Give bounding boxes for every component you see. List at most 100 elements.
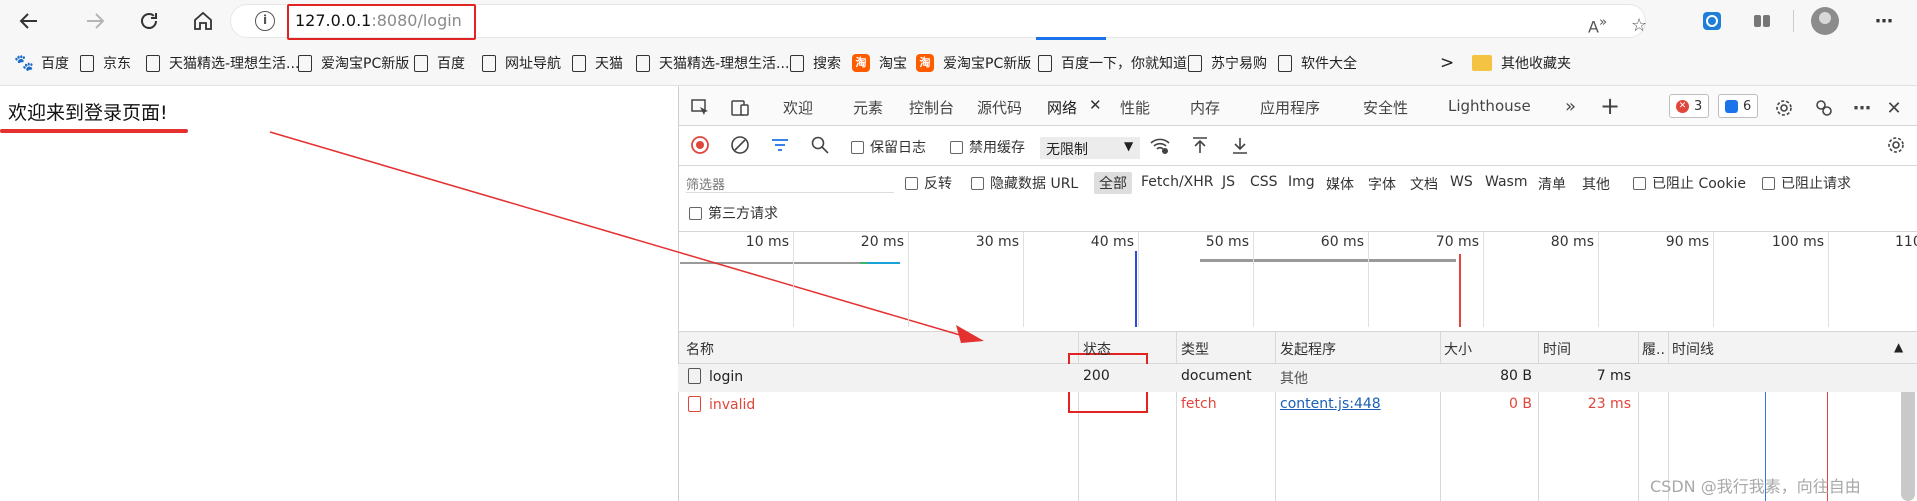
page-icon [1038, 54, 1052, 72]
timeline-tick-label: 100 ms [1771, 234, 1824, 250]
devtools-tab[interactable]: 内存 [1190, 97, 1220, 118]
bookmark-item[interactable]: 百度一下，你就知道 [1038, 53, 1187, 73]
timeline-gridline [1023, 232, 1024, 327]
page-icon [572, 54, 586, 72]
bookmark-label: 爱淘宝PC新版 [321, 56, 410, 72]
page-icon [414, 54, 428, 72]
bookmarks-more-button[interactable]: > [1440, 53, 1454, 73]
resource-type-filter[interactable]: CSS [1250, 174, 1278, 190]
request-type: fetch [1181, 396, 1217, 412]
bookmark-label: 京东 [103, 56, 131, 72]
column-header-name[interactable]: 名称 [686, 339, 714, 359]
csdn-watermark: CSDN @我行我素，向往自由 [1650, 477, 1861, 496]
other-bookmarks-label: 其他收藏夹 [1501, 56, 1571, 72]
timeline-gridline [1483, 232, 1484, 327]
bookmark-item[interactable]: 淘爱淘宝PC新版 [916, 53, 1031, 73]
devtools-tab[interactable]: 应用程序 [1260, 97, 1320, 118]
timeline-gridline [793, 232, 794, 327]
folder-icon [1472, 55, 1492, 71]
bookmark-label: 网址导航 [505, 56, 561, 72]
page-icon [1278, 54, 1292, 72]
column-header-type[interactable]: 类型 [1181, 339, 1209, 359]
devtools-tab[interactable]: 性能 [1120, 97, 1150, 118]
taobao-icon: 淘 [916, 54, 934, 72]
bookmark-label: 天猫精选-理想生活... [659, 56, 790, 72]
page-icon [146, 54, 160, 72]
timeline-tick-label: 10 ms [745, 234, 789, 250]
devtools-tab[interactable]: 欢迎 [783, 97, 813, 118]
other-bookmarks-folder[interactable]: 其他收藏夹 [1472, 53, 1571, 73]
request-time: 7 ms [1596, 368, 1631, 384]
column-header-size[interactable]: 大小 [1444, 339, 1472, 359]
resource-type-filter[interactable]: 清单 [1538, 174, 1566, 194]
resource-type-filter[interactable]: 字体 [1368, 174, 1396, 194]
timeline-gridline [1138, 232, 1139, 327]
devtools-tab[interactable]: Lighthouse [1448, 97, 1531, 115]
request-type: document [1181, 368, 1252, 384]
initiator[interactable]: content.js:448 [1280, 396, 1381, 412]
timeline-tick-label: 30 ms [975, 234, 1019, 250]
file-icon [688, 368, 701, 384]
timeline-tick-label: 110 [1895, 234, 1917, 250]
bookmark-item[interactable]: 天猫精选-理想生活... [146, 53, 299, 73]
request-name: login [709, 369, 744, 385]
column-header-initiator[interactable]: 发起程序 [1280, 339, 1336, 359]
devtools-tab[interactable]: 控制台 [909, 97, 954, 118]
timeline-gridline [908, 232, 909, 327]
column-header-status[interactable]: 状态 [1083, 339, 1111, 359]
bookmark-label: 搜索 [813, 56, 841, 72]
timeline-gridline [1598, 232, 1599, 327]
bookmark-item[interactable]: 京东 [80, 53, 131, 73]
bookmark-item[interactable]: 软件大全 [1278, 53, 1357, 73]
timeline-tick-label: 50 ms [1205, 234, 1249, 250]
page-icon [1188, 54, 1202, 72]
timeline-tick-label: 90 ms [1665, 234, 1709, 250]
devtools-tab[interactable]: 源代码 [977, 97, 1022, 118]
bookmark-item[interactable]: 爱淘宝PC新版 [298, 53, 409, 73]
bookmark-label: 爱淘宝PC新版 [943, 56, 1032, 72]
resource-type-filter[interactable]: 媒体 [1326, 174, 1354, 194]
request-time: 23 ms [1587, 396, 1631, 412]
status-code: 200 [1083, 368, 1110, 384]
response-size: 80 B [1500, 368, 1532, 384]
bookmark-item[interactable]: 淘淘宝 [852, 53, 907, 73]
column-header-time[interactable]: 时间 [1543, 339, 1571, 359]
request-name-cell[interactable]: invalid [688, 396, 755, 413]
bookmark-item[interactable]: 搜索 [790, 53, 841, 73]
timeline-gridline [1253, 232, 1254, 327]
page-icon [80, 54, 94, 72]
timeline-tick-label: 70 ms [1435, 234, 1479, 250]
page-icon [482, 54, 496, 72]
column-header-fulfilled[interactable]: 履.. [1642, 339, 1665, 359]
resource-type-filter[interactable]: 全部 [1094, 172, 1132, 194]
bookmark-item[interactable]: 苏宁易购 [1188, 53, 1267, 73]
bookmark-item[interactable]: 百度 [414, 53, 465, 73]
bookmark-item[interactable]: 天猫 [572, 53, 623, 73]
file-icon [688, 396, 701, 412]
bookmark-label: 百度 [41, 56, 69, 72]
resource-type-filter[interactable]: JS [1222, 174, 1235, 190]
bookmark-item[interactable]: 天猫精选-理想生活... [636, 53, 789, 73]
bookmark-label: 软件大全 [1301, 56, 1357, 72]
bookmark-item[interactable]: 🐾 百度 [14, 53, 69, 73]
timeline-gridline [1368, 232, 1369, 327]
timeline-gridline [1828, 232, 1829, 327]
resource-type-filter[interactable]: Fetch/XHR [1141, 174, 1214, 190]
column-header-waterfall[interactable]: 时间线 [1672, 339, 1714, 359]
resource-type-filter[interactable]: Wasm [1485, 174, 1527, 190]
resource-type-filter[interactable]: WS [1450, 174, 1473, 190]
bookmark-label: 天猫精选-理想生活... [169, 56, 300, 72]
baidu-paw-icon: 🐾 [14, 53, 34, 72]
request-name-cell[interactable]: login [688, 368, 743, 385]
bookmark-label: 天猫 [595, 56, 623, 72]
resource-type-filter[interactable]: 其他 [1582, 174, 1610, 194]
timeline-tick-label: 60 ms [1320, 234, 1364, 250]
devtools-tab[interactable]: 元素 [853, 97, 883, 118]
bookmark-item[interactable]: 网址导航 [482, 53, 561, 73]
resource-type-filter[interactable]: 文档 [1410, 174, 1438, 194]
devtools-tab[interactable]: 安全性 [1363, 97, 1408, 118]
devtools-tab[interactable]: 网络 [1047, 97, 1077, 118]
resource-type-filter[interactable]: Img [1288, 174, 1315, 190]
screen: i A» ☆ 127.0.0.1:8080/login ⋯ 欢迎来到登录页面! [0, 0, 1917, 501]
timeline-tick-label: 40 ms [1090, 234, 1134, 250]
